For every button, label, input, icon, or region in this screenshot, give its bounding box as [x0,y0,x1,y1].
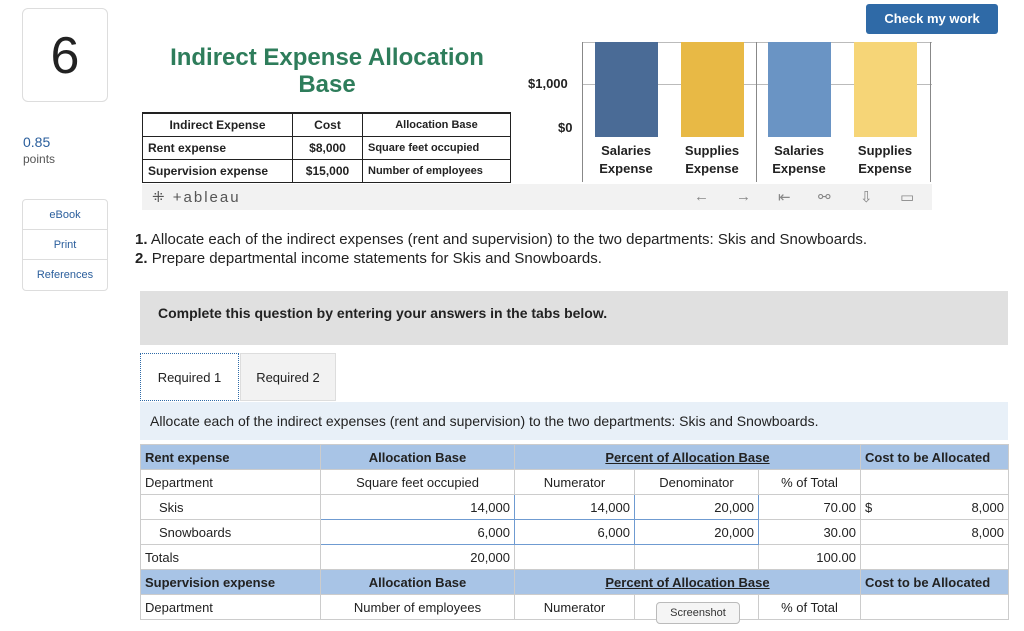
download-icon[interactable]: ⇩ [860,188,873,206]
viz-data-table: Indirect Expense Cost Allocation Base Re… [142,112,511,183]
bar-supplies-2[interactable] [854,42,917,137]
cost-blank [860,469,1009,495]
skis-base-input[interactable]: 14,000 [320,494,515,520]
bar-salaries-2[interactable] [768,42,831,137]
skis-numerator-input[interactable]: 14,000 [514,494,635,520]
share-icon[interactable]: ⚯ [818,188,831,206]
sup-department-label: Department [140,594,321,620]
complete-banner: Complete this question by entering your … [140,291,1008,345]
viz-cell: $8,000 [292,135,363,160]
fullscreen-icon[interactable]: ▭ [900,188,914,206]
numerator-label: Numerator [514,469,635,495]
viz-cell: Square feet occupied [362,135,511,160]
viz-title: Indirect Expense Allocation Base [170,44,484,98]
sup-allocation-base-header: Allocation Base [320,569,515,595]
sup-percent-base-header: Percent of Allocation Base [514,569,861,595]
percent-base-header: Percent of Allocation Base [514,444,861,470]
bar-label-4: Supplies Expense [857,143,913,176]
viz-cell: Supervision expense [142,158,293,183]
viz-header-expense: Indirect Expense [142,112,293,137]
tab-required-2[interactable]: Required 2 [240,353,336,401]
question-number: 6 [22,8,108,102]
ebook-link[interactable]: eBook [23,200,107,230]
points-value: 0.85 [23,134,51,150]
print-link[interactable]: Print [23,230,107,260]
redo-icon[interactable]: → [736,188,751,205]
instruction-1: 1. Allocate each of the indirect expense… [135,231,868,248]
snowboards-denominator-input[interactable]: 20,000 [634,519,759,545]
bar-label-1: Salaries Expense [599,143,653,176]
dept-skis: Skis [140,494,321,520]
check-my-work-button[interactable]: Check my work [866,4,998,34]
snowboards-cost: 8,000 [860,519,1009,545]
cost-allocated-header: Cost to be Allocated [860,444,1009,470]
sup-cost-allocated-header: Cost to be Allocated [860,569,1009,595]
rent-expense-header: Rent expense [140,444,321,470]
totals-blank [860,544,1009,570]
skis-cost: $8,000 [860,494,1009,520]
totals-blank [514,544,635,570]
viz-header-base: Allocation Base [362,112,511,137]
sup-cost-blank [860,594,1009,620]
skis-denominator-input[interactable]: 20,000 [634,494,759,520]
pct-total-label: % of Total [758,469,861,495]
axis-tick-high: $1,000 [528,76,568,91]
sup-pct-label: % of Total [758,594,861,620]
totals-label: Totals [140,544,321,570]
undo-icon[interactable]: ← [694,188,709,205]
viz-header-cost: Cost [292,112,363,137]
axis-tick-low: $0 [558,120,573,135]
snowboards-pct: 30.00 [758,519,861,545]
tableau-logo[interactable]: ⁜ +ableau [152,188,241,206]
viz-cell: $15,000 [292,158,363,183]
dept-snowboards: Snowboards [140,519,321,545]
points-label: points [23,152,56,166]
tab-required-1[interactable]: Required 1 [140,353,239,401]
snowboards-numerator-input[interactable]: 6,000 [514,519,635,545]
allocation-table: Rent expense Allocation Base Percent of … [140,444,1009,620]
instruction-2: 2. Prepare departmental income statement… [135,250,602,267]
bar-label-2: Supplies Expense [684,143,740,176]
viz-cell: Rent expense [142,135,293,160]
bar-supplies-1[interactable] [681,42,744,137]
side-links: eBook Print References [22,199,108,291]
supervision-expense-header: Supervision expense [140,569,321,595]
expense-bar-chart: Salaries Expense Supplies Expense Salaries… [582,42,932,182]
bar-label-3: Salaries Expense [772,143,826,176]
snowboards-base-input[interactable]: 6,000 [320,519,515,545]
totals-blank [634,544,759,570]
totals-pct: 100.00 [758,544,861,570]
denominator-label: Denominator [634,469,759,495]
tableau-toolbar: ⁜ +ableau ← → ⇤ ⚯ ⇩ ▭ [142,184,932,210]
allocation-instruction: Allocate each of the indirect expenses (… [140,402,1008,440]
chart-divider [930,42,931,182]
screenshot-tooltip[interactable]: Screenshot [656,602,740,624]
allocation-base-header: Allocation Base [320,444,515,470]
department-label: Department [140,469,321,495]
references-link[interactable]: References [23,260,107,290]
base-label: Square feet occupied [320,469,515,495]
bar-salaries-1[interactable] [595,42,658,137]
viz-cell: Number of employees [362,158,511,183]
totals-base: 20,000 [320,544,515,570]
sup-base-label: Number of employees [320,594,515,620]
revert-icon[interactable]: ⇤ [778,188,791,206]
sup-numerator-label: Numerator [514,594,635,620]
skis-pct: 70.00 [758,494,861,520]
